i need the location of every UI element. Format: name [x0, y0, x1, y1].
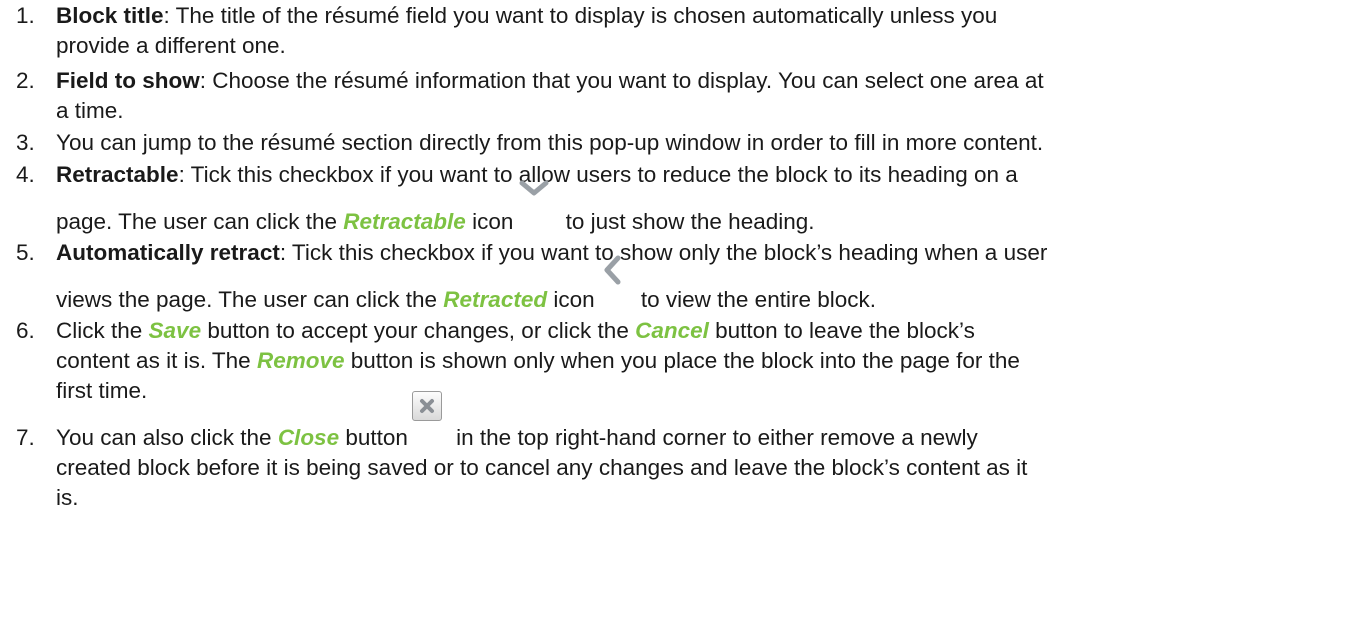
- item-line-text: button to leave the block’s: [708, 318, 975, 343]
- item-number: 2.: [16, 68, 35, 93]
- item-line: provide a different one.: [56, 33, 286, 58]
- item-text: Retractable: Tick this checkbox if you w…: [56, 160, 1364, 236]
- item-line: Field to show: Choose the résumé informa…: [56, 66, 1364, 96]
- item-text: Block title: The title of the résumé fie…: [56, 1, 1364, 61]
- item-line-text: icon: [547, 287, 595, 312]
- item-line: page. The user can click the Retractable…: [56, 180, 1364, 236]
- item-line-text: button: [339, 425, 408, 450]
- item-text: You can also click the Close button in t…: [56, 391, 1364, 513]
- ui-label-retractable: Retractable: [343, 209, 466, 234]
- item-text: You can jump to the résumé section direc…: [56, 128, 1364, 158]
- ui-label-cancel: Cancel: [635, 318, 709, 343]
- item-line: Click the Save button to accept your cha…: [56, 316, 1364, 346]
- item-line-text: page. The user can click the: [56, 209, 344, 234]
- item-line: Block title: The title of the résumé fie…: [56, 1, 1364, 31]
- item-line-text: content as it is. The: [56, 348, 257, 373]
- term-field-to-show: Field to show: [56, 68, 200, 93]
- item-number: 3.: [16, 130, 35, 155]
- item-number: 4.: [16, 162, 35, 187]
- item-line-text: : The title of the résumé field you want…: [163, 3, 998, 28]
- item-line: created block before it is being saved o…: [56, 455, 1028, 480]
- item-line: Retractable: Tick this checkbox if you w…: [56, 160, 1364, 190]
- item-line-text: to view the entire block.: [634, 287, 876, 312]
- term-block-title: Block title: [56, 3, 164, 28]
- item-line-text: You can also click the: [56, 425, 278, 450]
- item-line-text: icon: [465, 209, 514, 234]
- item-line-text: : Tick this checkbox if you want to allo…: [178, 162, 1018, 187]
- close-button-icon: [411, 391, 448, 445]
- item-number: 1.: [16, 3, 35, 28]
- item-line-text: Click the: [56, 318, 149, 343]
- item-text: Field to show: Choose the résumé informa…: [56, 66, 1364, 126]
- term-automatically-retract: Automatically retract: [56, 240, 280, 265]
- chevron-left-icon: [601, 255, 631, 307]
- chevron-down-icon: [519, 180, 553, 229]
- item-number: 7.: [16, 425, 35, 450]
- item-number: 5.: [16, 240, 35, 265]
- item-line-text: views the page. The user can click the: [56, 287, 444, 312]
- item-number: 6.: [16, 318, 35, 343]
- term-retractable: Retractable: [56, 162, 179, 187]
- close-button-frame: [411, 391, 442, 421]
- item-line: You can jump to the résumé section direc…: [56, 130, 1044, 155]
- item-text: Automatically retract: Tick this checkbo…: [56, 238, 1364, 314]
- item-line: first time.: [56, 378, 148, 403]
- item-line-text: : Tick this checkbox if you want to show…: [279, 240, 1048, 265]
- item-line-text: : Choose the résumé information that you…: [199, 68, 1044, 93]
- item-line: views the page. The user can click the R…: [56, 255, 1364, 314]
- item-line-text: button to accept your changes, or click …: [201, 318, 636, 343]
- ui-label-close: Close: [277, 425, 340, 450]
- item-line-text: button is shown only when you place the …: [344, 348, 1020, 373]
- ui-label-save: Save: [148, 318, 202, 343]
- item-line: You can also click the Close button in t…: [56, 391, 1364, 453]
- ui-label-retracted: Retracted: [443, 287, 548, 312]
- item-line-text: in the top right-hand corner to either r…: [449, 425, 978, 450]
- item-line: is.: [56, 485, 79, 510]
- item-line: content as it is. The Remove button is s…: [56, 346, 1364, 376]
- item-line: Automatically retract: Tick this checkbo…: [56, 238, 1364, 268]
- item-line: a time.: [56, 98, 124, 123]
- ui-label-remove: Remove: [256, 348, 345, 373]
- item-line-text: to just show the heading.: [559, 209, 815, 234]
- item-text: Click the Save button to accept your cha…: [56, 316, 1364, 406]
